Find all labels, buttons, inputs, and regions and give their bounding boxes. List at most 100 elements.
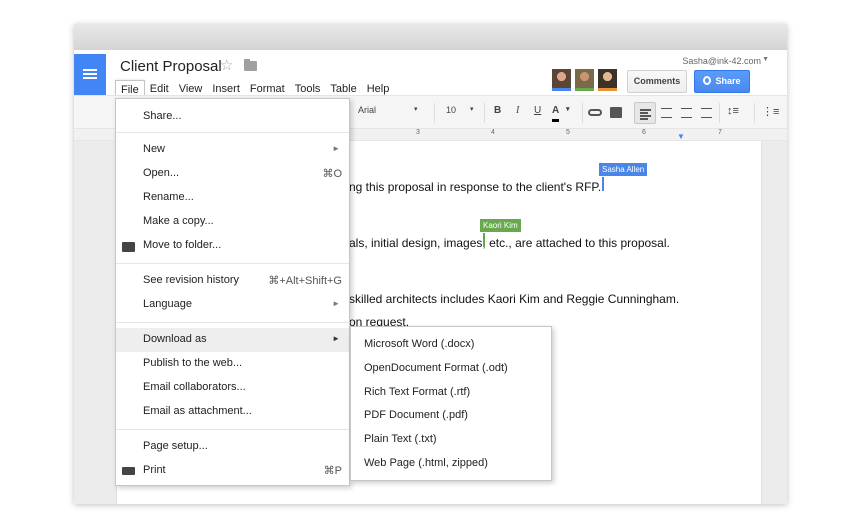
font-size-value: 10 bbox=[446, 105, 457, 115]
collaborator-cursor-label: Kaori Kim bbox=[480, 219, 521, 232]
align-right-icon[interactable] bbox=[681, 108, 692, 118]
text-color-button[interactable]: A ▾ bbox=[552, 105, 570, 122]
chevron-down-icon: ▾ bbox=[414, 106, 418, 113]
collaborator-caret bbox=[602, 177, 604, 191]
menu-item-label: Publish to the web... bbox=[143, 357, 243, 369]
menu-item-share[interactable]: Share... bbox=[116, 105, 349, 129]
menu-item-label: Download as bbox=[143, 333, 207, 345]
menu-item-label: Open... bbox=[143, 167, 180, 179]
shortcut-label: ⌘O bbox=[322, 168, 342, 180]
folder-icon bbox=[122, 242, 135, 252]
menu-item-email-attachment[interactable]: Email as attachment... bbox=[116, 400, 349, 424]
shortcut-label: ⌘P bbox=[323, 465, 342, 477]
menu-item-label: Email as attachment... bbox=[143, 405, 252, 417]
numbered-list-icon[interactable]: ⋮≡ bbox=[762, 105, 779, 118]
docs-logo-icon[interactable] bbox=[74, 54, 106, 96]
avatar[interactable] bbox=[552, 69, 571, 91]
indent-marker-icon[interactable]: ▼ bbox=[677, 132, 685, 141]
menu-item-label: Make a copy... bbox=[143, 215, 214, 227]
menu-item-open[interactable]: Open... ⌘O bbox=[116, 162, 349, 186]
bold-button[interactable]: B bbox=[494, 105, 501, 116]
download-as-submenu: Microsoft Word (.docx) OpenDocument Form… bbox=[350, 326, 552, 481]
share-label: Share bbox=[715, 76, 741, 86]
link-icon[interactable] bbox=[588, 109, 602, 116]
ruler-number: 4 bbox=[491, 129, 495, 136]
divider bbox=[719, 103, 720, 123]
ruler-number: 6 bbox=[642, 129, 646, 136]
chevron-right-icon: ► bbox=[332, 144, 340, 153]
menu-item-label: Language bbox=[143, 298, 192, 310]
comment-icon[interactable] bbox=[610, 107, 622, 118]
divider bbox=[434, 103, 435, 123]
docs-window: Client Proposal ☆ File Edit View Insert … bbox=[74, 24, 787, 504]
collaborator-caret bbox=[483, 233, 485, 247]
chevron-down-icon[interactable]: ▼ bbox=[762, 56, 769, 63]
menu-item-label: Share... bbox=[143, 110, 182, 122]
file-menu: Share... New ► Open... ⌘O Rename... Make a… bbox=[115, 98, 350, 486]
ruler-number: 7 bbox=[718, 129, 722, 136]
italic-button[interactable]: I bbox=[516, 105, 519, 116]
underline-button[interactable]: U bbox=[534, 105, 541, 116]
font-size-select[interactable]: 10 ▾ bbox=[446, 105, 474, 115]
menu-item-move-to-folder[interactable]: Move to folder... bbox=[116, 234, 349, 258]
download-option-docx[interactable]: Microsoft Word (.docx) bbox=[364, 338, 474, 350]
chevron-right-icon: ► bbox=[332, 334, 340, 343]
download-option-html[interactable]: Web Page (.html, zipped) bbox=[364, 457, 488, 469]
menu-item-publish[interactable]: Publish to the web... bbox=[116, 352, 349, 376]
menu-item-label: Page setup... bbox=[143, 440, 208, 452]
menu-divider bbox=[116, 429, 349, 430]
document-text-line[interactable]: skilled architects includes Kaori Kim an… bbox=[349, 292, 679, 306]
font-select[interactable]: Arial ▾ bbox=[358, 105, 418, 115]
line-spacing-icon[interactable]: ↕≡ bbox=[727, 105, 739, 117]
collaborator-cursor-label: Sasha Allen bbox=[599, 163, 648, 176]
people-icon bbox=[703, 76, 712, 85]
chevron-down-icon: ▾ bbox=[566, 106, 570, 113]
avatar[interactable] bbox=[598, 69, 617, 91]
menu-item-new[interactable]: New ► bbox=[116, 138, 349, 162]
ruler-number: 5 bbox=[566, 129, 570, 136]
menu-item-label: Email collaborators... bbox=[143, 381, 246, 393]
menu-item-page-setup[interactable]: Page setup... bbox=[116, 435, 349, 459]
menu-item-make-copy[interactable]: Make a copy... bbox=[116, 210, 349, 234]
avatar[interactable] bbox=[575, 69, 594, 91]
menu-item-label: Move to folder... bbox=[143, 239, 222, 251]
menu-divider bbox=[116, 132, 349, 133]
chevron-right-icon: ► bbox=[332, 299, 340, 308]
download-option-odt[interactable]: OpenDocument Format (.odt) bbox=[364, 362, 508, 374]
menu-item-revision-history[interactable]: See revision history ⌘+Alt+Shift+G bbox=[116, 269, 349, 293]
font-name: Arial bbox=[358, 105, 377, 115]
divider bbox=[754, 103, 755, 123]
share-button[interactable]: Share bbox=[694, 70, 750, 93]
menu-item-language[interactable]: Language ► bbox=[116, 293, 349, 317]
menu-item-label: New bbox=[143, 143, 166, 155]
text-color-glyph: A bbox=[552, 105, 560, 116]
print-icon bbox=[122, 467, 135, 475]
menu-item-rename[interactable]: Rename... bbox=[116, 186, 349, 210]
comments-button[interactable]: Comments bbox=[627, 70, 687, 93]
align-left-icon[interactable] bbox=[634, 102, 656, 124]
menu-item-email-collaborators[interactable]: Email collaborators... bbox=[116, 376, 349, 400]
align-justify-icon[interactable] bbox=[701, 108, 712, 118]
shortcut-label: ⌘+Alt+Shift+G bbox=[268, 275, 342, 287]
divider bbox=[582, 103, 583, 123]
folder-icon[interactable] bbox=[244, 59, 257, 71]
document-text-line[interactable]: als, initial design, images, etc., are a… bbox=[349, 236, 670, 250]
chevron-down-icon: ▾ bbox=[470, 106, 474, 113]
menu-item-label: Rename... bbox=[143, 191, 194, 203]
menu-item-label: Print bbox=[143, 464, 166, 476]
document-title[interactable]: Client Proposal bbox=[120, 58, 222, 75]
align-center-icon[interactable] bbox=[661, 108, 672, 118]
menu-item-print[interactable]: Print ⌘P bbox=[116, 459, 349, 483]
menu-divider bbox=[116, 322, 349, 323]
browser-chrome-bar bbox=[74, 24, 787, 50]
user-email[interactable]: Sasha@ink-42.com bbox=[682, 56, 761, 66]
menu-item-download-as[interactable]: Download as ► bbox=[116, 328, 349, 352]
download-option-rtf[interactable]: Rich Text Format (.rtf) bbox=[364, 386, 470, 398]
download-option-txt[interactable]: Plain Text (.txt) bbox=[364, 433, 437, 445]
menu-divider bbox=[116, 263, 349, 264]
download-option-pdf[interactable]: PDF Document (.pdf) bbox=[364, 409, 468, 421]
divider bbox=[484, 103, 485, 123]
ruler-number: 3 bbox=[416, 129, 420, 136]
document-text-line[interactable]: ng this proposal in response to the clie… bbox=[349, 180, 601, 194]
star-icon[interactable]: ☆ bbox=[220, 56, 233, 74]
